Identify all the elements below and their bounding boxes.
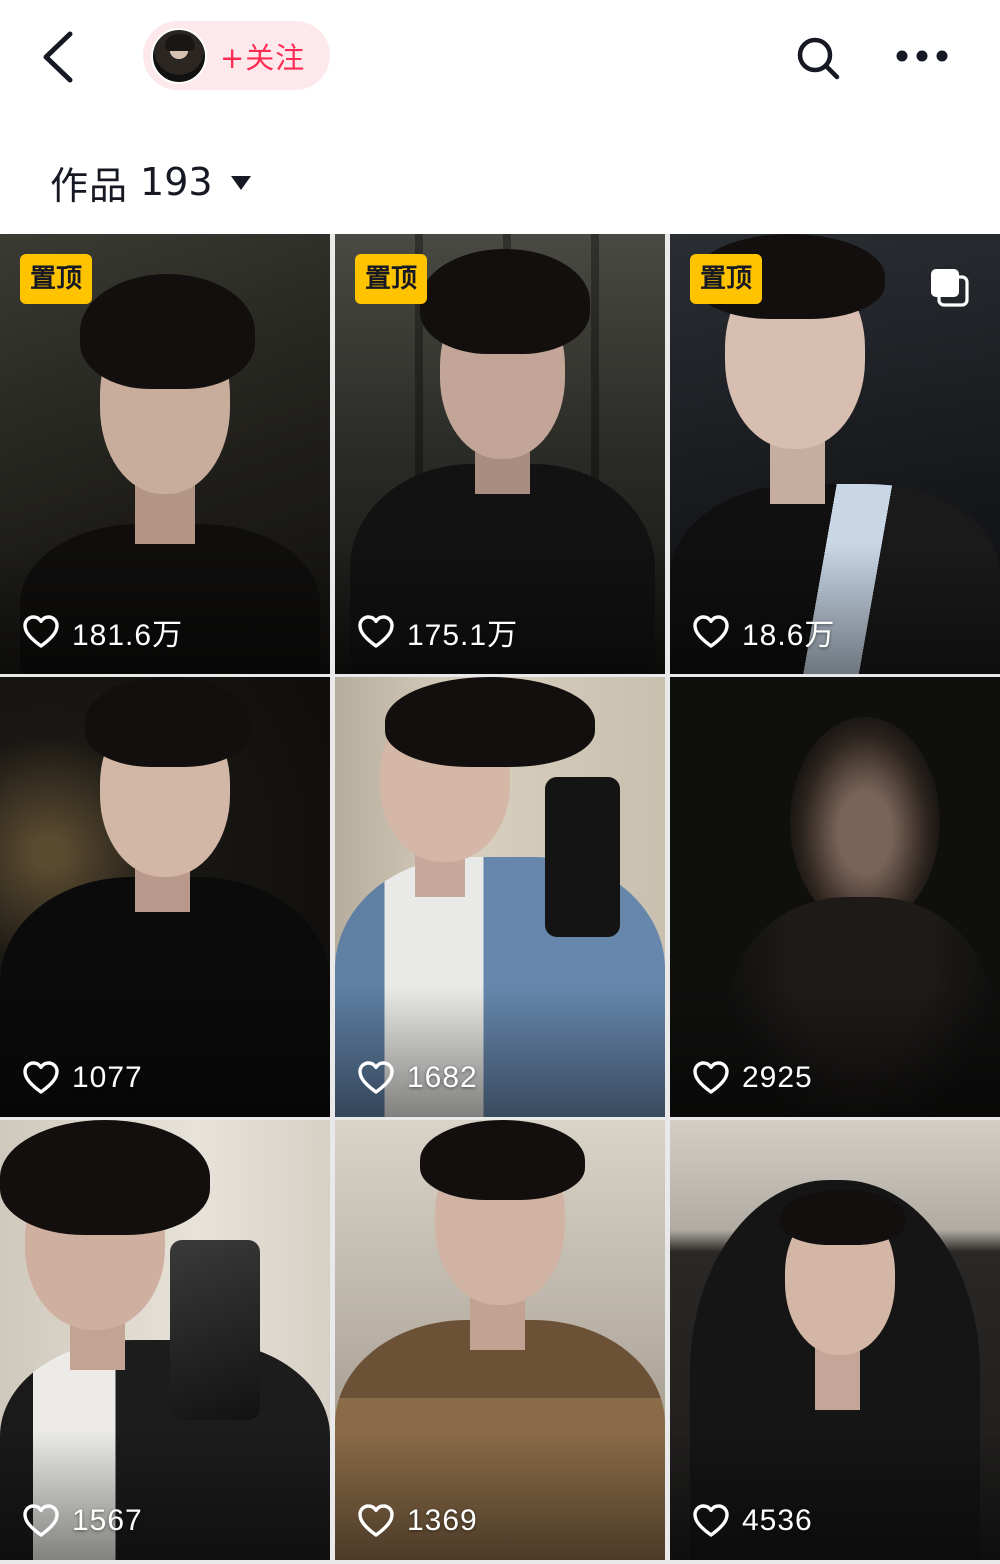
top-bar: +关注 <box>0 0 1000 112</box>
heart-icon <box>23 1504 59 1537</box>
video-tile[interactable]: 置顶 175.1万 <box>335 234 665 674</box>
like-count-value: 2925 <box>742 1061 813 1094</box>
like-count-value: 175.1万 <box>407 619 519 652</box>
like-count-value: 18.6万 <box>742 619 836 652</box>
like-count: 4536 <box>692 1502 813 1540</box>
like-count-value: 4536 <box>742 1504 813 1537</box>
like-count-value: 1567 <box>72 1504 143 1537</box>
heart-icon <box>693 1061 729 1094</box>
works-count: 193 <box>140 160 213 204</box>
search-icon <box>797 37 840 80</box>
multi-image-icon <box>931 269 969 307</box>
video-tile[interactable]: 置顶 18.6万 <box>670 234 1000 674</box>
video-tile[interactable]: 1077 <box>0 677 330 1117</box>
like-count-value: 1369 <box>407 1504 478 1537</box>
caret-down-icon <box>230 176 251 190</box>
like-count: 2925 <box>692 1059 813 1097</box>
pinned-badge: 置顶 <box>690 254 763 304</box>
video-tile[interactable]: 置顶 181.6万 <box>0 234 330 674</box>
video-tile[interactable]: 1567 <box>0 1120 330 1560</box>
video-tile[interactable]: 1369 <box>335 1120 665 1560</box>
like-count: 1369 <box>357 1502 478 1540</box>
video-tile[interactable]: 1682 <box>335 677 665 1117</box>
works-grid: 置顶 181.6万 置顶 175.1万 置顶 18.6万 1077 1682 2… <box>0 234 1000 1564</box>
like-count-value: 1682 <box>407 1061 478 1094</box>
like-count: 1567 <box>22 1502 143 1540</box>
pinned-badge: 置顶 <box>355 254 428 304</box>
like-count: 175.1万 <box>357 610 518 654</box>
heart-icon <box>23 615 59 648</box>
more-dots-icon <box>896 50 948 62</box>
like-count: 1077 <box>22 1059 143 1097</box>
pinned-badge: 置顶 <box>20 254 93 304</box>
search-button[interactable] <box>790 30 846 86</box>
works-filter[interactable]: 作品 193 <box>50 156 251 208</box>
like-count-value: 1077 <box>72 1061 143 1094</box>
video-tile[interactable]: 2925 <box>670 677 1000 1117</box>
chevron-left-icon <box>43 31 73 83</box>
avatar[interactable] <box>151 27 207 84</box>
like-count: 18.6万 <box>692 610 835 654</box>
video-tile[interactable]: 4536 <box>670 1120 1000 1560</box>
heart-icon <box>358 1504 394 1537</box>
like-count: 1682 <box>357 1059 478 1097</box>
follow-button[interactable]: +关注 <box>143 21 330 90</box>
back-button[interactable] <box>30 22 90 92</box>
heart-icon <box>358 615 394 648</box>
like-count-value: 181.6万 <box>72 619 184 652</box>
heart-icon <box>693 615 729 648</box>
heart-icon <box>693 1504 729 1537</box>
heart-icon <box>23 1061 59 1094</box>
heart-icon <box>358 1061 394 1094</box>
follow-label: +关注 <box>220 40 306 75</box>
more-button[interactable] <box>890 30 956 86</box>
works-label: 作品 <box>50 163 129 208</box>
like-count: 181.6万 <box>22 610 183 654</box>
